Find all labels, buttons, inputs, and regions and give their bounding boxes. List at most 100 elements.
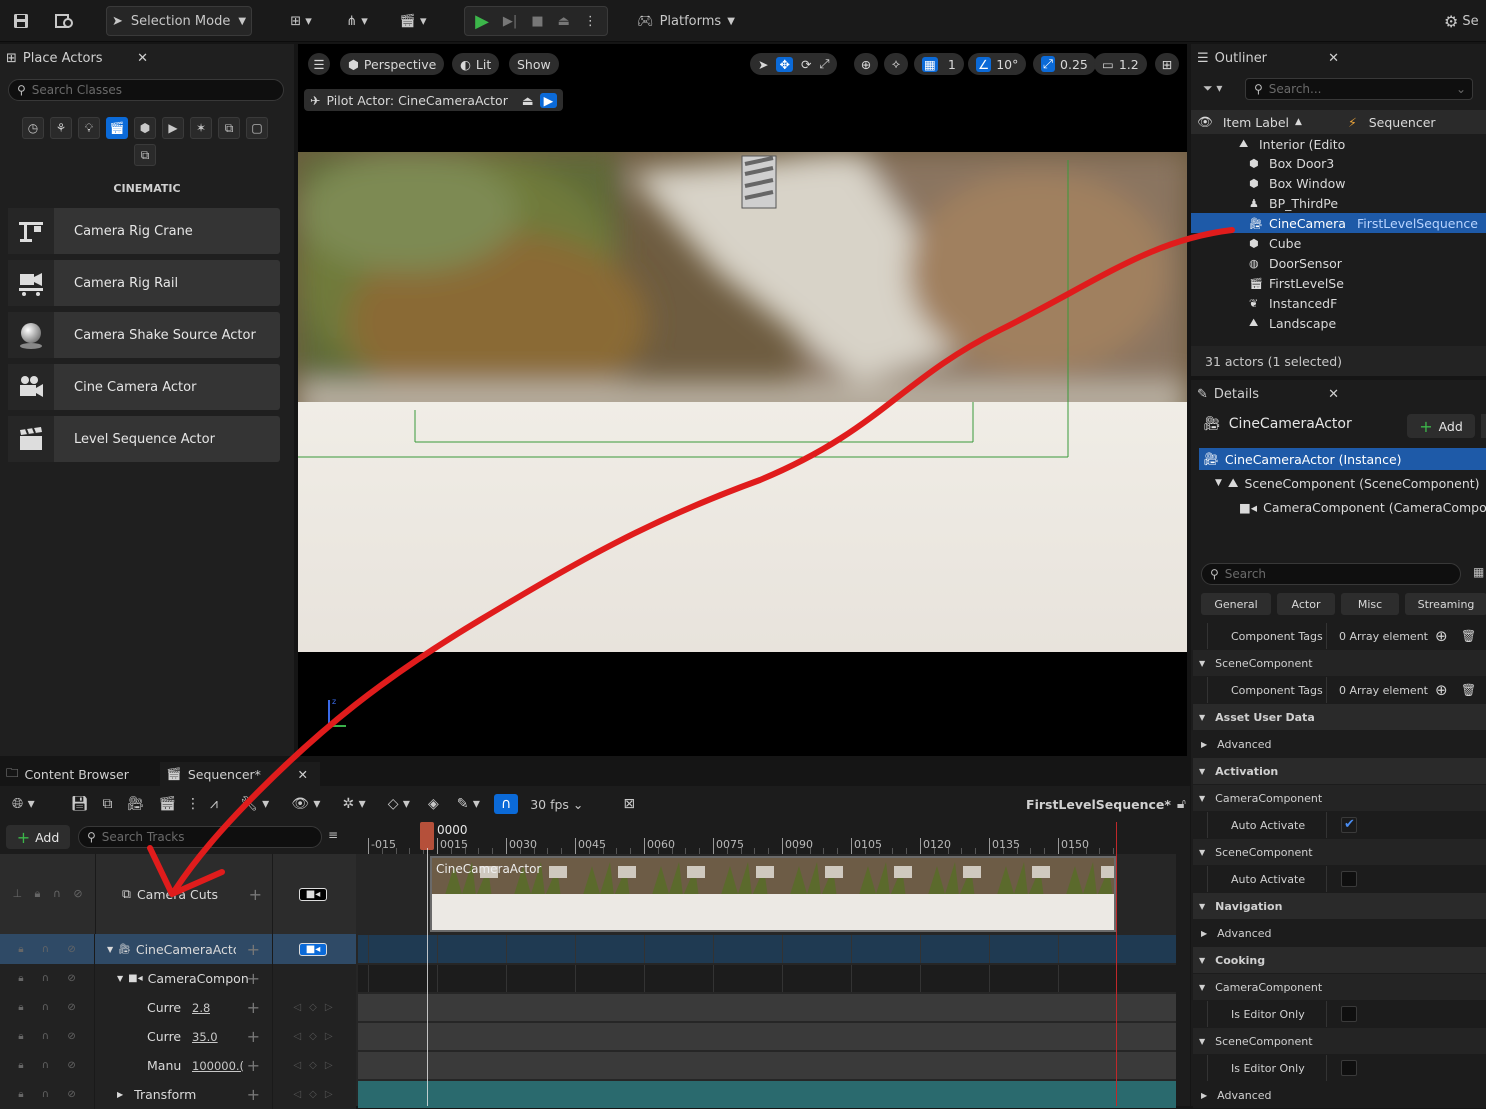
add-key-icon[interactable]: + [247,1027,260,1046]
timeline-scrollbar[interactable] [1176,854,1190,1106]
camera-lock-icon[interactable]: ■◂ [298,887,328,901]
settings-button[interactable]: ⚙ Se [1444,6,1486,36]
details-row-sect[interactable]: ▼ Asset User Data [1193,704,1486,730]
snap-magnet-icon[interactable]: ∩ [493,794,519,814]
wrench-icon[interactable]: 🔧︎ ▾ [240,796,269,812]
viewport-menu-button[interactable]: ☰ [308,53,330,75]
add-track-button[interactable]: + Add [6,825,70,849]
graph-icon[interactable]: ⩘ [210,796,218,812]
add-keyframe-icon[interactable]: ◇ [309,1031,317,1042]
basic-icon[interactable]: ⚘ [50,117,72,139]
actor-item-camera-rig-rail[interactable]: Camera Rig Rail [8,260,280,306]
prev-key-icon[interactable]: ◁ [293,1089,301,1100]
chevron-down-icon[interactable]: ▼ [117,974,123,983]
outliner-search-input[interactable]: ⚲ Search... ⌄ [1245,78,1473,100]
outliner-row[interactable]: 🎥︎ CineCamera FirstLevelSequence [1191,213,1486,233]
perspective-button[interactable]: ⬢ Perspective [340,53,445,75]
add-content-button[interactable]: ⊞ ▾ [280,6,322,36]
headphones-icon[interactable]: ∩ [42,1060,49,1071]
disable-icon[interactable]: ⊘ [67,944,75,955]
eye-icon[interactable]: 👁︎ ▾ [291,796,320,812]
chevron-right-icon[interactable]: ▶ [117,1090,123,1099]
trash-icon[interactable]: 🗑︎ [1461,629,1476,643]
headphones-icon[interactable]: ∩ [42,1089,49,1100]
track-timeline-row[interactable] [358,1052,1176,1079]
lock-icon[interactable]: 🔓︎ [1177,796,1186,812]
add-key-icon[interactable]: + [247,1085,260,1104]
add-key-icon[interactable]: + [249,885,262,904]
extra-category-icon[interactable]: ⧉ [134,144,156,166]
sub-track[interactable]: 🔒︎ ∩ ⊘ ▶ Transform + ◁ ◇ ▷ [0,1080,356,1109]
outliner-row[interactable]: ❦ InstancedF [1191,293,1486,313]
blueprints-button[interactable]: ⋔ ▾ [336,6,378,36]
sequencer-column[interactable]: Sequencer [1369,115,1436,130]
prev-key-icon[interactable]: ◁ [293,1002,301,1013]
world-local-button[interactable]: ⊕ [854,53,878,75]
sequencer-tab[interactable]: 🎬︎ Sequencer* ✕ [160,762,320,786]
add-keyframe-icon[interactable]: ◇ [309,1060,317,1071]
details-row-sub[interactable]: ▼ SceneComponent [1193,839,1486,865]
visibility-icon[interactable]: 👁︎ [1197,114,1213,130]
actor-item-level-sequence-actor[interactable]: Level Sequence Actor [8,416,280,462]
lock-icon[interactable]: 🔒︎ [18,1060,23,1071]
stop-icon[interactable]: ■ [531,14,543,29]
close-icon[interactable]: ✕ [1328,51,1339,66]
component-row-camera[interactable]: ■◂ CameraComponent (CameraComponent [1239,496,1486,518]
filter-general[interactable]: General [1201,593,1271,615]
key-icon[interactable]: ◇ ▾ [388,796,410,812]
track-timeline-row[interactable] [358,1023,1176,1050]
content-browser-tab[interactable]: 🗀︎ Content Browser [2,762,156,786]
playhead-handle[interactable] [420,822,434,850]
sub-track[interactable]: 🔒︎ ∩ ⊘ Currei 2.8 + ◁ ◇ ▷ [0,993,356,1022]
add-key-icon[interactable]: + [247,940,260,959]
details-row-sub[interactable]: ▼ SceneComponent [1193,1028,1486,1054]
search-classes-input[interactable]: ⚲ Search Classes [8,79,284,101]
headphones-icon[interactable]: ∩ [42,973,49,984]
eject-icon[interactable]: ⏏ [558,14,570,29]
add-key-icon[interactable]: + [247,1056,260,1075]
filter-actor[interactable]: Actor [1277,593,1335,615]
more-icon[interactable]: ⋮ [584,14,597,29]
find-icon[interactable]: ⧉ [102,796,112,812]
play-icon[interactable]: ▶ [475,11,489,32]
camera-lock-icon[interactable]: ■◂ [298,942,328,956]
disable-icon[interactable]: ⊘ [73,887,82,901]
checkbox[interactable]: ✔ [1341,817,1357,833]
outliner-row[interactable]: ♟ BP_ThirdPe [1191,193,1486,213]
add-key-icon[interactable]: + [247,998,260,1017]
pin-icon[interactable]: ⊥ [12,887,22,901]
cinematics-button[interactable]: 🎬︎ ▾ [392,6,434,36]
prev-key-icon[interactable]: ◁ [293,1031,301,1042]
details-row-advanced[interactable]: ▶ Advanced [1193,920,1486,946]
save-icon[interactable] [8,6,34,36]
scale-icon[interactable]: ⤢ [819,56,829,72]
outliner-tab[interactable]: ☰ Outliner ✕ [1191,44,1351,72]
lit-button[interactable]: ◐ Lit [452,53,500,75]
more-icon[interactable]: ⋮ [186,796,200,812]
browse-icon[interactable] [52,6,78,36]
auto-key-icon[interactable]: ◈ [428,796,439,812]
filter-streaming[interactable]: Streaming [1405,593,1486,615]
component-row-scene[interactable]: ▼ ⛰ SceneComponent (SceneComponent) Ec [1215,472,1486,494]
outliner-sequencer-link[interactable]: FirstLevelSequence [1357,216,1478,231]
prev-key-icon[interactable]: ◁ [293,1060,301,1071]
headphones-icon[interactable]: ∩ [42,944,49,955]
next-key-icon[interactable]: ▷ [325,1089,333,1100]
fps-dropdown[interactable]: 30 fps ⌄ [530,797,583,812]
track-value[interactable]: 2.8 [192,1001,210,1015]
headphones-icon[interactable]: ∩ [42,1002,49,1013]
disable-icon[interactable]: ⊘ [67,1089,75,1100]
outliner-row[interactable]: 🎬︎ FirstLevelSе [1191,273,1486,293]
headphones-icon[interactable]: ∩ [42,1031,49,1042]
world-icon[interactable]: 🌐︎ ▾ [12,796,35,812]
add-key-icon[interactable]: + [247,969,260,988]
details-row-sub[interactable]: ▼ SceneComponent [1193,650,1486,676]
filter-misc[interactable]: Misc [1341,593,1399,615]
track-filter-icon[interactable]: ≡ [328,828,338,842]
disable-icon[interactable]: ⊘ [67,1002,75,1013]
close-icon[interactable]: ✕ [298,767,308,782]
next-key-icon[interactable]: ▷ [325,1060,333,1071]
disable-icon[interactable]: ⊘ [67,1060,75,1071]
track-timeline-row[interactable] [358,965,1176,992]
cinematic-icon[interactable]: 🎬︎ [106,117,128,139]
